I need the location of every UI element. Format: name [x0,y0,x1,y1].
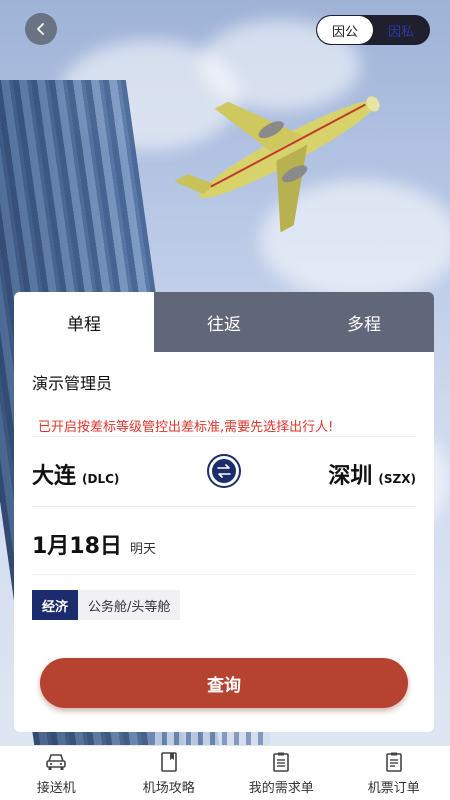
toggle-business[interactable]: 因公 [317,16,373,44]
book-icon [158,751,180,773]
bottom-nav: 接送机 机场攻略 我的需求单 机票订单 [0,745,450,800]
divider [32,574,416,575]
tab-one-way[interactable]: 单程 [14,292,154,352]
departure-date[interactable]: 1月18日 明天 [32,528,156,560]
order-icon [383,751,405,773]
cabin-economy[interactable]: 经济 [32,590,79,620]
flight-search-card: 单程 往返 多程 演示管理员 已开启按差标等级管控出差标准,需要先选择出行人! … [14,292,434,732]
swap-icon [217,464,231,478]
nav-item-airport-guide[interactable]: 机场攻略 [113,746,226,800]
airplane-image [174,96,380,233]
divider [32,506,416,507]
nav-label: 机票订单 [367,780,420,796]
chevron-left-icon [37,23,44,35]
nav-item-flight-orders[interactable]: 机票订单 [338,746,450,800]
swap-cities-button[interactable] [207,454,241,488]
trip-tabs: 单程 往返 多程 [14,292,434,352]
arrival-city-code: (SZX) [378,472,416,486]
clipboard-icon [270,751,292,773]
departure-city-name: 大连 [32,464,77,489]
divider [32,436,416,437]
travel-policy-warning: 已开启按差标等级管控出差标准,需要先选择出行人! [38,420,334,435]
departure-city-code: (DLC) [82,472,120,486]
nav-item-airport-transfer[interactable]: 接送机 [0,746,113,800]
back-button[interactable] [25,13,57,45]
nav-label: 我的需求单 [248,780,314,796]
arrival-city-name: 深圳 [328,464,373,489]
tab-multi-city[interactable]: 多程 [294,292,434,352]
tab-round-trip[interactable]: 往返 [154,292,294,352]
trip-type-toggle[interactable]: 因公 因私 [316,15,430,45]
passenger-selector[interactable]: 演示管理员 [32,370,112,394]
nav-label: 机场攻略 [142,780,195,796]
date-value: 1月18日 [32,534,122,559]
arrival-city[interactable]: 深圳 (SZX) [328,458,416,490]
cabin-business-first[interactable]: 公务舱/头等舱 [78,590,181,620]
departure-city[interactable]: 大连 (DLC) [32,458,119,490]
cabin-class-selector: 经济 公务舱/头等舱 [32,590,181,620]
car-icon [45,751,67,773]
nav-item-my-requests[interactable]: 我的需求单 [225,746,338,800]
search-button[interactable]: 查询 [40,658,408,708]
nav-label: 接送机 [36,780,76,796]
toggle-private[interactable]: 因私 [373,16,429,44]
date-note: 明天 [129,542,156,557]
